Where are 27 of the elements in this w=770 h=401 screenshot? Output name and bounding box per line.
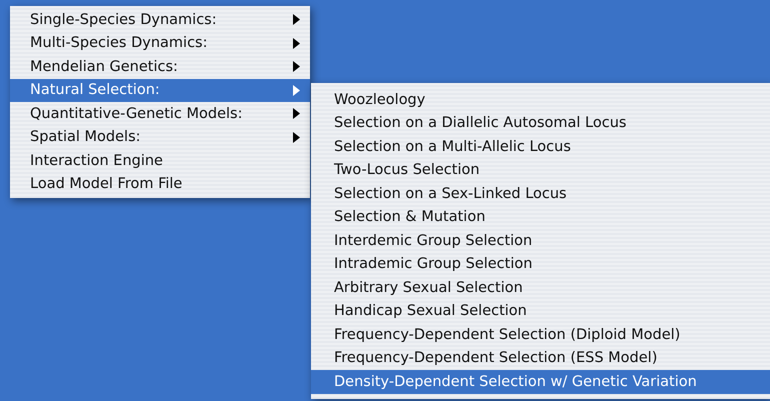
menu-item[interactable]: Frequency-Dependent Selection (Diploid Model) [311, 323, 770, 346]
submenu-arrow-icon [293, 38, 300, 49]
menu-item[interactable]: Selection on a Multi-Allelic Locus [311, 135, 770, 158]
menu-item[interactable]: Natural Selection: [10, 78, 310, 102]
submenu-arrow-icon [293, 14, 300, 26]
menu-item[interactable]: Frequency-Dependent Selection (ESS Model) [311, 346, 770, 370]
submenu-arrow-icon [293, 108, 300, 120]
submenu-arrow-icon [293, 84, 300, 96]
menu-item[interactable]: Density-Dependent Selection w/ Genetic Variation [311, 370, 770, 394]
menu-item[interactable]: Handicap Sexual Selection [311, 300, 770, 323]
menu-item[interactable]: Woozleology [311, 88, 770, 112]
menu-item[interactable]: Two-Locus Selection [311, 158, 770, 182]
menu-item[interactable]: Multi-Species Dynamics: [10, 32, 310, 55]
menu-item[interactable]: Intrademic Group Selection [311, 252, 770, 276]
menu-item[interactable]: Spatial Models: [10, 126, 310, 149]
menu-item[interactable]: Quantitative-Genetic Models: [10, 102, 310, 126]
menu-item[interactable]: Selection on a Sex-Linked Locus [311, 182, 770, 206]
menu-item[interactable]: Load Model From File [10, 172, 310, 196]
submenu-arrow-icon [293, 132, 300, 143]
menu-item[interactable]: Interdemic Group Selection [311, 229, 770, 252]
submenu-arrow-icon [293, 61, 300, 72]
menu-item[interactable]: Selection on a Diallelic Autosomal Locus [311, 112, 770, 135]
menu-item[interactable]: Mendelian Genetics: [10, 55, 310, 78]
menu-item[interactable]: Interaction Engine [10, 149, 310, 172]
menu-item[interactable]: Selection & Mutation [311, 206, 770, 229]
menu-item[interactable]: Arbitrary Sexual Selection [311, 276, 770, 300]
menu-item[interactable]: Single-Species Dynamics: [10, 8, 310, 32]
